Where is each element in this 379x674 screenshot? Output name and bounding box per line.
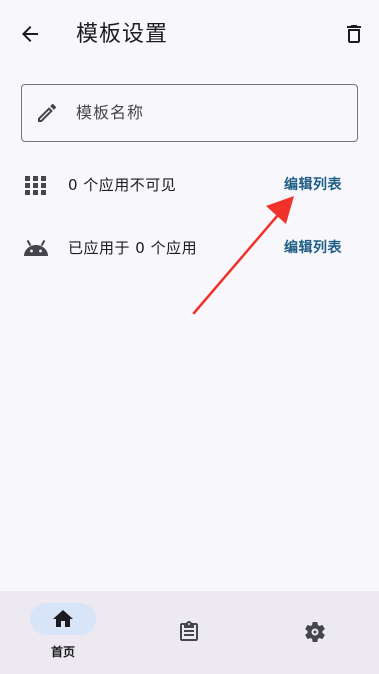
delete-button[interactable] (338, 18, 370, 50)
pencil-icon (38, 103, 57, 122)
top-app-bar: 模板设置 (0, 0, 379, 68)
nav-item-home[interactable]: 首页 (0, 591, 126, 674)
bottom-navigation: 首页 (0, 591, 379, 674)
gear-icon (305, 622, 325, 642)
trash-icon (347, 25, 361, 43)
applied-apps-row: 已应用于 0 个应用 编辑列表 (0, 228, 379, 268)
hidden-apps-row: 0 个应用不可见 编辑列表 (0, 165, 379, 205)
apps-grid-icon (25, 176, 46, 195)
edit-applied-list-link[interactable]: 编辑列表 (284, 236, 342, 260)
clipboard-icon (180, 621, 198, 641)
home-icon (53, 610, 73, 627)
nav-item-templates[interactable] (126, 591, 252, 674)
edit-hidden-list-link[interactable]: 编辑列表 (284, 173, 342, 197)
arrow-back-icon (22, 26, 38, 42)
template-name-field[interactable]: 模板名称 (21, 84, 358, 142)
nav-label-home: 首页 (50, 645, 75, 659)
back-button[interactable] (14, 18, 46, 50)
android-icon (24, 239, 48, 256)
hidden-apps-text: 0 个应用不可见 (68, 176, 177, 194)
applied-apps-text: 已应用于 0 个应用 (68, 239, 198, 257)
template-name-placeholder: 模板名称 (76, 103, 145, 122)
page-title: 模板设置 (76, 22, 169, 47)
nav-item-settings[interactable] (252, 591, 378, 674)
